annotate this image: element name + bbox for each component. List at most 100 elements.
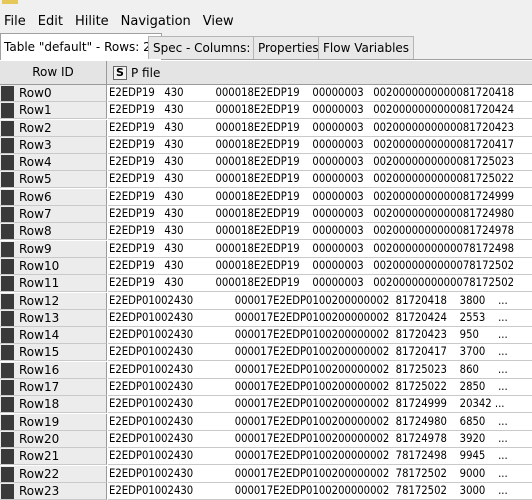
p-file-cell[interactable]: E2EDP01002430 000017E2EDP0100200000002 8… [108,414,532,431]
row-marker-icon [1,189,14,205]
row-id-label: Row2 [19,120,52,135]
row-id-label: Row6 [19,189,52,204]
table-row[interactable]: Row14 E2EDP01002430 000017E2EDP0100200000… [0,327,532,345]
table-row[interactable]: Row7 E2EDP19 430 000018E2EDP19 00000003 0… [0,206,532,224]
p-file-cell[interactable]: E2EDP19 430 000018E2EDP19 00000003 00200… [108,275,532,293]
table-row[interactable]: Row3 E2EDP19 430 000018E2EDP19 00000003 0… [0,136,532,154]
row-marker-icon [1,310,14,326]
row-header[interactable]: Row20 [0,430,107,448]
row-header[interactable]: Row1 [0,102,107,120]
table-row[interactable]: Row9 E2EDP19 430 000018E2EDP19 00000003 0… [0,240,532,258]
row-id-label: Row11 [19,276,60,291]
table-row[interactable]: Row6 E2EDP19 430 000018E2EDP19 00000003 0… [0,188,532,206]
row-header[interactable]: Row3 [0,136,107,154]
row-id-label: Row10 [19,258,60,273]
p-file-cell[interactable]: E2EDP19 430 000018E2EDP19 00000003 00200… [108,241,532,258]
row-header[interactable]: Row23 [0,482,107,500]
row-header[interactable]: Row14 [0,327,107,345]
row-header[interactable]: Row9 [0,240,107,258]
p-file-cell[interactable]: E2EDP19 430 000018E2EDP19 00000003 00200… [108,85,532,102]
row-header[interactable]: Row8 [0,223,107,241]
row-header[interactable]: Row4 [0,154,107,172]
table-row[interactable]: Row11 E2EDP19 430 000018E2EDP19 00000003 … [0,275,532,293]
menu-navigation[interactable]: Navigation [115,12,197,32]
p-file-cell[interactable]: E2EDP19 430 000018E2EDP19 00000003 00200… [108,171,532,189]
table-row[interactable]: Row22 E2EDP01002430 000017E2EDP0100200000… [0,465,532,483]
table-row[interactable]: Row12 E2EDP01002430 000017E2EDP0100200000… [0,292,532,310]
p-file-cell[interactable]: E2EDP01002430 000017E2EDP0100200000002 8… [108,310,532,327]
table-row[interactable]: Row23 E2EDP01002430 000017E2EDP0100200000… [0,482,532,500]
p-file-cell[interactable]: E2EDP01002430 000017E2EDP0100200000002 8… [108,396,532,414]
menu-view[interactable]: View [197,12,240,32]
row-header[interactable]: Row5 [0,171,107,189]
table-row[interactable]: Row8 E2EDP19 430 000018E2EDP19 00000003 0… [0,223,532,241]
p-file-cell[interactable]: E2EDP01002430 000017E2EDP0100200000002 7… [108,448,532,466]
row-header[interactable]: Row22 [0,465,107,483]
row-id-label: Row5 [19,172,52,187]
row-header[interactable]: Row16 [0,361,107,379]
p-file-cell[interactable]: E2EDP19 430 000018E2EDP19 00000003 00200… [108,189,532,206]
data-table[interactable]: Row ID S P file Row0 E2EDP19 430 000018E2… [0,61,532,500]
table-row[interactable]: Row18 E2EDP01002430 000017E2EDP0100200000… [0,396,532,414]
p-file-cell[interactable]: E2EDP01002430 000017E2EDP0100200000002 7… [108,483,532,500]
p-file-cell[interactable]: E2EDP01002430 000017E2EDP0100200000002 7… [108,466,532,483]
p-file-cell[interactable]: E2EDP19 430 000018E2EDP19 00000003 00200… [108,206,532,224]
p-file-cell[interactable]: E2EDP19 430 000018E2EDP19 00000003 00200… [108,223,532,241]
row-header[interactable]: Row18 [0,396,107,414]
row-header[interactable]: Row7 [0,206,107,224]
row-header[interactable]: Row10 [0,257,107,275]
table-row[interactable]: Row1 E2EDP19 430 000018E2EDP19 00000003 0… [0,102,532,120]
p-file-cell[interactable]: E2EDP19 430 000018E2EDP19 00000003 00200… [108,258,532,275]
table-row[interactable]: Row5 E2EDP19 430 000018E2EDP19 00000003 0… [0,171,532,189]
p-file-cell[interactable]: E2EDP19 430 000018E2EDP19 00000003 00200… [108,102,532,120]
row-header[interactable]: Row2 [0,119,107,137]
table-row[interactable]: Row21 E2EDP01002430 000017E2EDP0100200000… [0,448,532,466]
menu-file[interactable]: File [0,12,32,32]
p-file-cell[interactable]: E2EDP01002430 000017E2EDP0100200000002 8… [108,327,532,345]
menu-edit[interactable]: Edit [32,12,69,32]
row-marker-icon [1,293,14,309]
row-header[interactable]: Row0 [0,85,107,102]
row-marker-icon [1,380,14,396]
row-header[interactable]: Row11 [0,275,107,293]
menu-bar: File Edit Hilite Navigation View [0,11,532,33]
table-row[interactable]: Row19 E2EDP01002430 000017E2EDP0100200000… [0,413,532,431]
string-type-icon: S [113,65,127,80]
table-row[interactable]: Row2 E2EDP19 430 000018E2EDP19 00000003 0… [0,119,532,137]
row-header[interactable]: Row6 [0,188,107,206]
row-header[interactable]: Row13 [0,309,107,327]
column-header-p-file[interactable]: S P file [108,61,160,84]
p-file-cell[interactable]: E2EDP01002430 000017E2EDP0100200000002 8… [108,344,532,362]
table-row[interactable]: Row13 E2EDP01002430 000017E2EDP0100200000… [0,309,532,327]
row-header[interactable]: Row17 [0,379,107,397]
tab-spec[interactable]: Spec - Columns: 2 [148,36,267,59]
p-file-cell[interactable]: E2EDP19 430 000018E2EDP19 00000003 00200… [108,154,532,172]
table-row[interactable]: Row15 E2EDP01002430 000017E2EDP0100200000… [0,344,532,362]
table-row[interactable]: Row16 E2EDP01002430 000017E2EDP0100200000… [0,361,532,379]
table-row[interactable]: Row4 E2EDP19 430 000018E2EDP19 00000003 0… [0,154,532,172]
p-file-cell[interactable]: E2EDP01002430 000017E2EDP0100200000002 8… [108,379,532,397]
row-marker-icon [1,224,14,240]
tab-flow-variables[interactable]: Flow Variables [318,36,415,59]
table-row[interactable]: Row0 E2EDP19 430 000018E2EDP19 00000003 0… [0,85,532,102]
column-header-row-id[interactable]: Row ID [0,61,107,84]
row-marker-icon [1,103,14,119]
p-file-cell[interactable]: E2EDP01002430 000017E2EDP0100200000002 8… [108,362,532,379]
row-header[interactable]: Row15 [0,344,107,362]
window-icon [2,0,18,4]
row-header[interactable]: Row19 [0,413,107,431]
row-id-label: Row22 [19,466,60,481]
row-header[interactable]: Row21 [0,448,107,466]
table-row[interactable]: Row20 E2EDP01002430 000017E2EDP0100200000… [0,430,532,448]
p-file-cell[interactable]: E2EDP19 430 000018E2EDP19 00000003 00200… [108,137,532,154]
row-id-label: Row18 [19,397,60,412]
p-file-cell[interactable]: E2EDP01002430 000017E2EDP0100200000002 8… [108,293,532,310]
p-file-cell[interactable]: E2EDP19 430 000018E2EDP19 00000003 00200… [108,120,532,137]
table-row[interactable]: Row17 E2EDP01002430 000017E2EDP0100200000… [0,379,532,397]
p-file-cell[interactable]: E2EDP01002430 000017E2EDP0100200000002 8… [108,431,532,448]
row-header[interactable]: Row12 [0,292,107,310]
table-row[interactable]: Row10 E2EDP19 430 000018E2EDP19 00000003 … [0,257,532,275]
menu-hilite[interactable]: Hilite [69,12,115,32]
tab-table-default[interactable]: Table "default" - Rows: 24 [0,33,163,60]
tab-properties[interactable]: Properties [253,36,324,59]
